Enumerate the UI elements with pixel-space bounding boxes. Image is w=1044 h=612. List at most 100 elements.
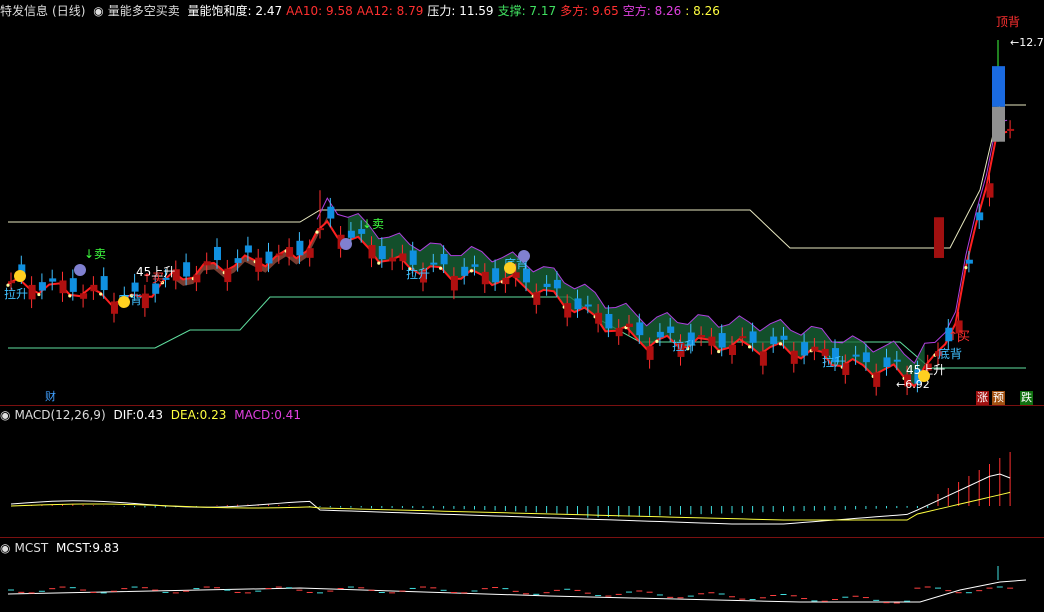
candle-body <box>873 372 881 387</box>
signal-annotation-12: 底背 <box>938 346 962 361</box>
candle-body <box>265 251 273 264</box>
candle-body <box>759 351 767 366</box>
macd-toggle-icon[interactable]: ◉ <box>0 408 10 422</box>
candle-body <box>626 323 633 327</box>
mcst-value: 9.83 <box>92 541 120 555</box>
candle-body <box>317 228 324 231</box>
candle-body <box>440 253 448 265</box>
candle-body <box>862 352 870 363</box>
mcst-toggle-icon[interactable]: ◉ <box>0 541 10 555</box>
candle-body <box>327 206 335 219</box>
candle-body <box>214 246 221 261</box>
finance-icon[interactable]: 财 <box>44 390 57 404</box>
candle-body <box>667 326 675 333</box>
candle-body <box>708 336 716 346</box>
sad-face-icon <box>74 264 86 276</box>
sad-face-icon <box>518 250 530 262</box>
candle-body <box>69 278 77 292</box>
candle-body <box>368 245 376 259</box>
tag-0[interactable]: 涨 <box>976 391 989 405</box>
candle-body <box>38 282 46 291</box>
macd-value: 0.41 <box>274 408 301 422</box>
candle-body <box>729 344 736 356</box>
candle-body <box>749 331 757 343</box>
candle-body <box>893 359 901 362</box>
candle-body <box>976 212 984 221</box>
panel-divider-2 <box>0 537 1044 538</box>
candle-body <box>502 277 510 285</box>
candle-body <box>636 322 644 336</box>
smiley-icon <box>118 296 130 308</box>
top-right-label: 顶背 <box>996 15 1020 29</box>
candle-body <box>574 298 582 310</box>
smiley-icon <box>14 270 26 282</box>
candle-body <box>306 248 314 258</box>
candle-body <box>543 283 551 287</box>
candle-body <box>296 240 304 256</box>
candle-body <box>481 271 489 285</box>
candle-body <box>8 281 15 284</box>
candle-body <box>430 262 438 265</box>
dea-value: 0.23 <box>199 408 227 422</box>
candle-body <box>450 275 458 291</box>
macd-label: MACD: <box>234 408 275 422</box>
yellow-ma-dot <box>439 266 443 270</box>
candle-body <box>49 278 57 282</box>
candle-body <box>790 350 798 364</box>
candle-body <box>512 272 520 278</box>
macd-name[interactable]: MACD(12,26,9) <box>14 408 105 422</box>
chart-canvas[interactable]: ←12.75←6.92顶背拉升↓卖45上升↑买底背↓卖拉升底背拉升拉升45上升↑… <box>0 0 1044 612</box>
candle-body <box>152 283 160 294</box>
candle-body <box>965 259 973 264</box>
dea-line <box>10 491 1011 521</box>
yellow-ma-dot <box>717 349 721 354</box>
yellow-ma-dot <box>377 261 381 265</box>
dif-line <box>10 473 1011 525</box>
candle-body <box>255 257 263 272</box>
candle-body <box>883 357 891 368</box>
candle-body <box>605 313 613 329</box>
mcst-name[interactable]: MCST <box>14 541 48 555</box>
candle-body <box>934 217 944 258</box>
candle-body <box>986 183 994 198</box>
candle-body <box>992 66 1005 107</box>
candle-body <box>203 261 211 266</box>
candle-body <box>100 276 108 291</box>
candle-body <box>471 264 479 267</box>
signal-annotation-0: 拉升 <box>4 286 28 301</box>
candle-body <box>992 106 1005 142</box>
signal-annotation-9: 拉升 <box>822 354 846 369</box>
candle-body <box>59 280 67 294</box>
candle-body <box>1007 128 1015 131</box>
tag-1[interactable]: 预 <box>992 391 1005 405</box>
mcst-title-bar: ◉ MCST MCST:9.83 <box>0 540 123 556</box>
mcst-label: MCST: <box>56 541 93 555</box>
yellow-ma-dot <box>469 269 474 273</box>
signal-annotation-8: 拉升 <box>672 338 696 353</box>
candle-body <box>389 257 397 262</box>
candle-body <box>347 230 355 238</box>
yellow-ma-dot <box>68 294 72 298</box>
signal-annotation-11: ↑买 <box>948 329 970 343</box>
candle-body <box>564 303 572 318</box>
yellow-ma-dot <box>655 339 659 343</box>
high-price-label: ←12.75 <box>1010 36 1044 49</box>
candle-body <box>656 331 664 338</box>
yellow-ma-dot <box>964 266 968 270</box>
yellow-ma-dot <box>315 230 319 234</box>
dif-label: DIF: <box>113 408 137 422</box>
candle-body <box>141 293 149 309</box>
candle-body <box>28 284 36 300</box>
candle-body <box>533 292 541 305</box>
dea-label: DEA: <box>170 408 200 422</box>
candle-body <box>780 335 788 340</box>
candle-body <box>234 258 242 263</box>
candle-body <box>811 346 819 352</box>
tag-2[interactable]: 跌 <box>1020 391 1033 405</box>
candle-body <box>595 312 603 324</box>
signal-annotation-6: 拉升 <box>406 266 430 281</box>
sad-face-icon <box>340 238 352 250</box>
signal-annotation-3: ↑买 <box>142 271 164 285</box>
candle-body <box>378 246 386 260</box>
upper-channel-line <box>8 104 1026 249</box>
